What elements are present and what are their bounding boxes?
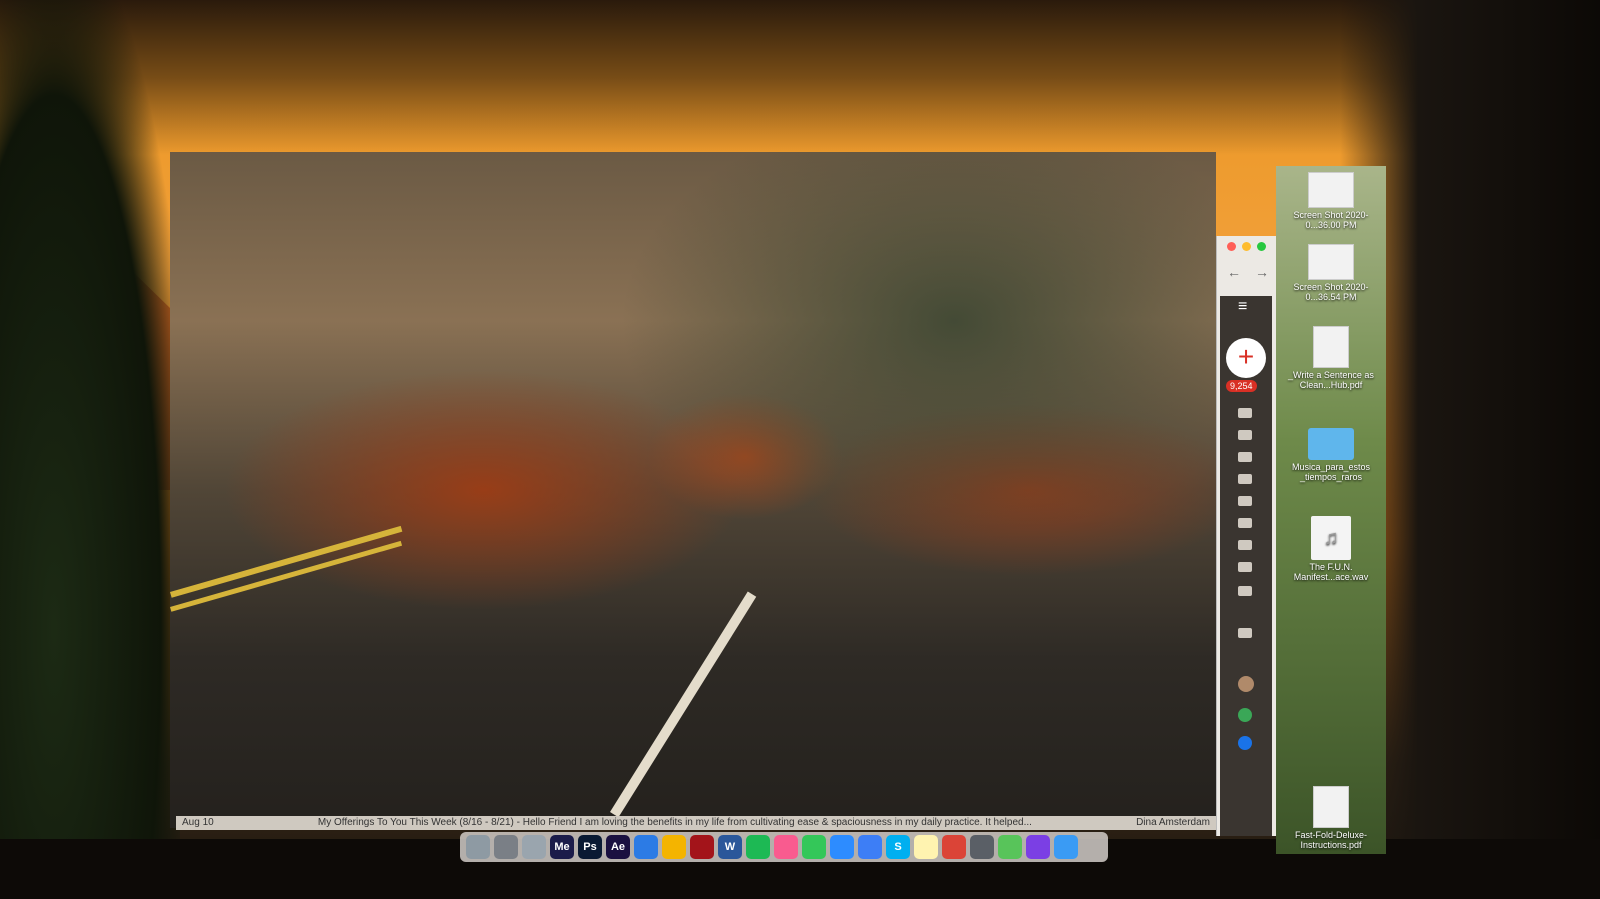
desktop-file[interactable]: Screen Shot 2020-0...36.00 PM [1276,172,1386,230]
email-preview-bar[interactable]: Aug 10 My Offerings To You This Week (8/… [176,816,1216,830]
chat-icon[interactable] [1238,586,1252,596]
back-arrow-icon[interactable]: ← [1227,264,1241,280]
desktop-file-label: Screen Shot 2020-0...36.54 PM [1293,282,1369,302]
clock-icon[interactable] [1238,408,1252,418]
sent-icon[interactable] [1238,452,1252,462]
chrome-icon[interactable] [942,835,966,859]
drafts-icon[interactable] [1238,474,1252,484]
label-icon[interactable] [1238,540,1252,550]
road-line [610,591,757,818]
desktop-file[interactable]: _Write a Sentence as Clean...Hub.pdf [1276,326,1386,390]
snoozed-icon[interactable] [1238,430,1252,440]
safari-icon[interactable] [634,835,658,859]
firefighters-photo [170,152,1216,828]
siri-icon[interactable] [1026,835,1050,859]
menu-icon[interactable]: ≡ [1238,298,1247,316]
desktop-file[interactable]: Screen Shot 2020-0...36.54 PM [1276,244,1386,302]
notes-icon[interactable] [914,835,938,859]
desktop-file[interactable]: ♫ The F.U.N. Manifest...ace.wav [1276,516,1386,582]
background-tree-left [0,0,180,899]
dock: Me Ps Ae W S [460,832,1108,862]
desktop-file-label: _Write a Sentence as Clean...Hub.pdf [1288,370,1374,390]
spotify-icon[interactable] [746,835,770,859]
chat-icon[interactable] [858,835,882,859]
unread-count-badge: 9,254 [1226,380,1257,392]
after-effects-icon[interactable]: Ae [606,835,630,859]
desktop-file-label: The F.U.N. Manifest...ace.wav [1293,562,1369,582]
pdf-file-icon [1313,326,1349,368]
skype-icon[interactable]: S [886,835,910,859]
folder-icon [1308,428,1354,460]
road-line-yellow [170,525,403,598]
preview-icon[interactable] [522,835,546,859]
pdf-file-icon [1313,786,1349,828]
road-line-yellow [170,540,403,612]
minimize-window-icon[interactable] [1242,242,1251,251]
avatar[interactable] [1238,676,1254,692]
desktop-file[interactable]: Fast-Fold-Deluxe-Instructions.pdf [1276,786,1386,850]
media-encoder-icon[interactable]: Me [550,835,574,859]
forward-arrow-icon[interactable]: → [1255,264,1269,280]
window-controls [1227,242,1266,251]
gmail-sidebar: ≡ + 9,254 [1220,296,1272,836]
itunes-icon[interactable] [774,835,798,859]
acrobat-icon[interactable] [690,835,714,859]
photos-icon[interactable] [662,835,686,859]
avatar[interactable] [1238,736,1252,750]
maps-icon[interactable] [998,835,1022,859]
label-icon[interactable] [1238,518,1252,528]
screenshot-thumbnail-icon [1308,244,1354,280]
screenshot-thumbnail-icon [1308,172,1354,208]
desktop-file-label: Musica_para_estos _tiempos_raros [1291,462,1371,482]
browser-nav: ← → [1227,264,1269,280]
avatar[interactable] [1238,708,1252,722]
desktop: Screen Shot 2020-0...36.00 PM Screen Sho… [1276,166,1386,854]
compose-button[interactable]: + [1226,338,1266,378]
email-date: Aug 10 [182,817,214,828]
launchpad-icon[interactable] [970,835,994,859]
email-snippet: My Offerings To You This Week (8/16 - 8/… [317,817,1032,828]
zoom-icon[interactable] [830,835,854,859]
word-icon[interactable]: W [718,835,742,859]
label-icon[interactable] [1238,496,1252,506]
photoshop-icon[interactable]: Ps [578,835,602,859]
zoom-window-icon[interactable] [1257,242,1266,251]
desktop-file-label: Fast-Fold-Deluxe-Instructions.pdf [1294,830,1368,850]
close-window-icon[interactable] [1227,242,1236,251]
label-icon[interactable] [1238,562,1252,572]
keyboard-icon[interactable] [1238,628,1252,638]
system-preferences-icon[interactable] [494,835,518,859]
messages-icon[interactable] [802,835,826,859]
desktop-folder[interactable]: Musica_para_estos _tiempos_raros [1276,428,1386,482]
desktop-file-label: Screen Shot 2020-0...36.00 PM [1293,210,1369,230]
trash-icon[interactable] [466,835,490,859]
audio-file-icon: ♫ [1311,516,1351,560]
finder-icon[interactable] [1054,835,1078,859]
email-sender: Dina Amsterdam [1136,817,1210,828]
